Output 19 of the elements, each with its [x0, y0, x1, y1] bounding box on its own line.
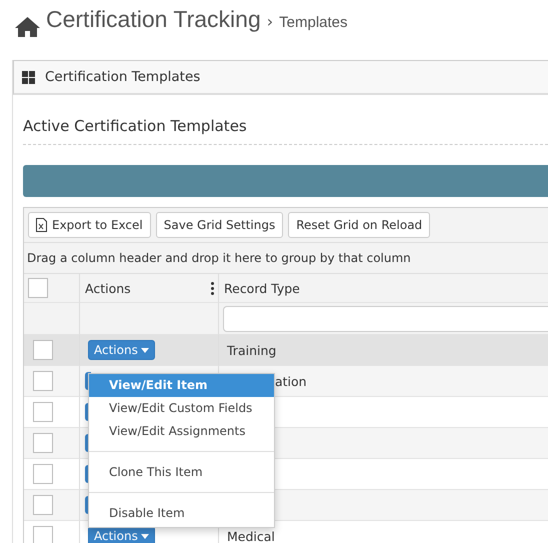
page-title: Certification Tracking: [46, 6, 261, 33]
breadcrumb-separator: ›: [266, 12, 274, 31]
menu-item[interactable]: View/Edit Custom Fields: [89, 397, 274, 420]
table-row[interactable]: Actions Training: [24, 335, 548, 366]
column-header[interactable]: Actions: [85, 280, 131, 296]
table-cell: ation: [275, 374, 307, 388]
breadcrumb-current: Templates: [279, 14, 348, 31]
table-cell: Medical: [227, 528, 275, 543]
section-heading: Active Certification Templates: [23, 95, 548, 145]
menu-item[interactable]: View/Edit Assignments: [89, 420, 274, 443]
toolbar-button[interactable]: Save Grid Settings: [156, 212, 284, 238]
panel-title: Certification Templates: [45, 69, 200, 85]
toolbar-button[interactable]: Export to Excel: [28, 212, 151, 238]
toolbar-button[interactable]: Reset Grid on Reload: [288, 212, 430, 238]
table-cell: Training: [227, 342, 276, 358]
actions-button[interactable]: Actions: [88, 340, 155, 360]
menu-item[interactable]: Clone This Item: [89, 461, 274, 484]
group-hint: Drag a column header and drop it here to group by that column: [24, 243, 548, 274]
column-header[interactable]: Record Type: [224, 280, 300, 296]
